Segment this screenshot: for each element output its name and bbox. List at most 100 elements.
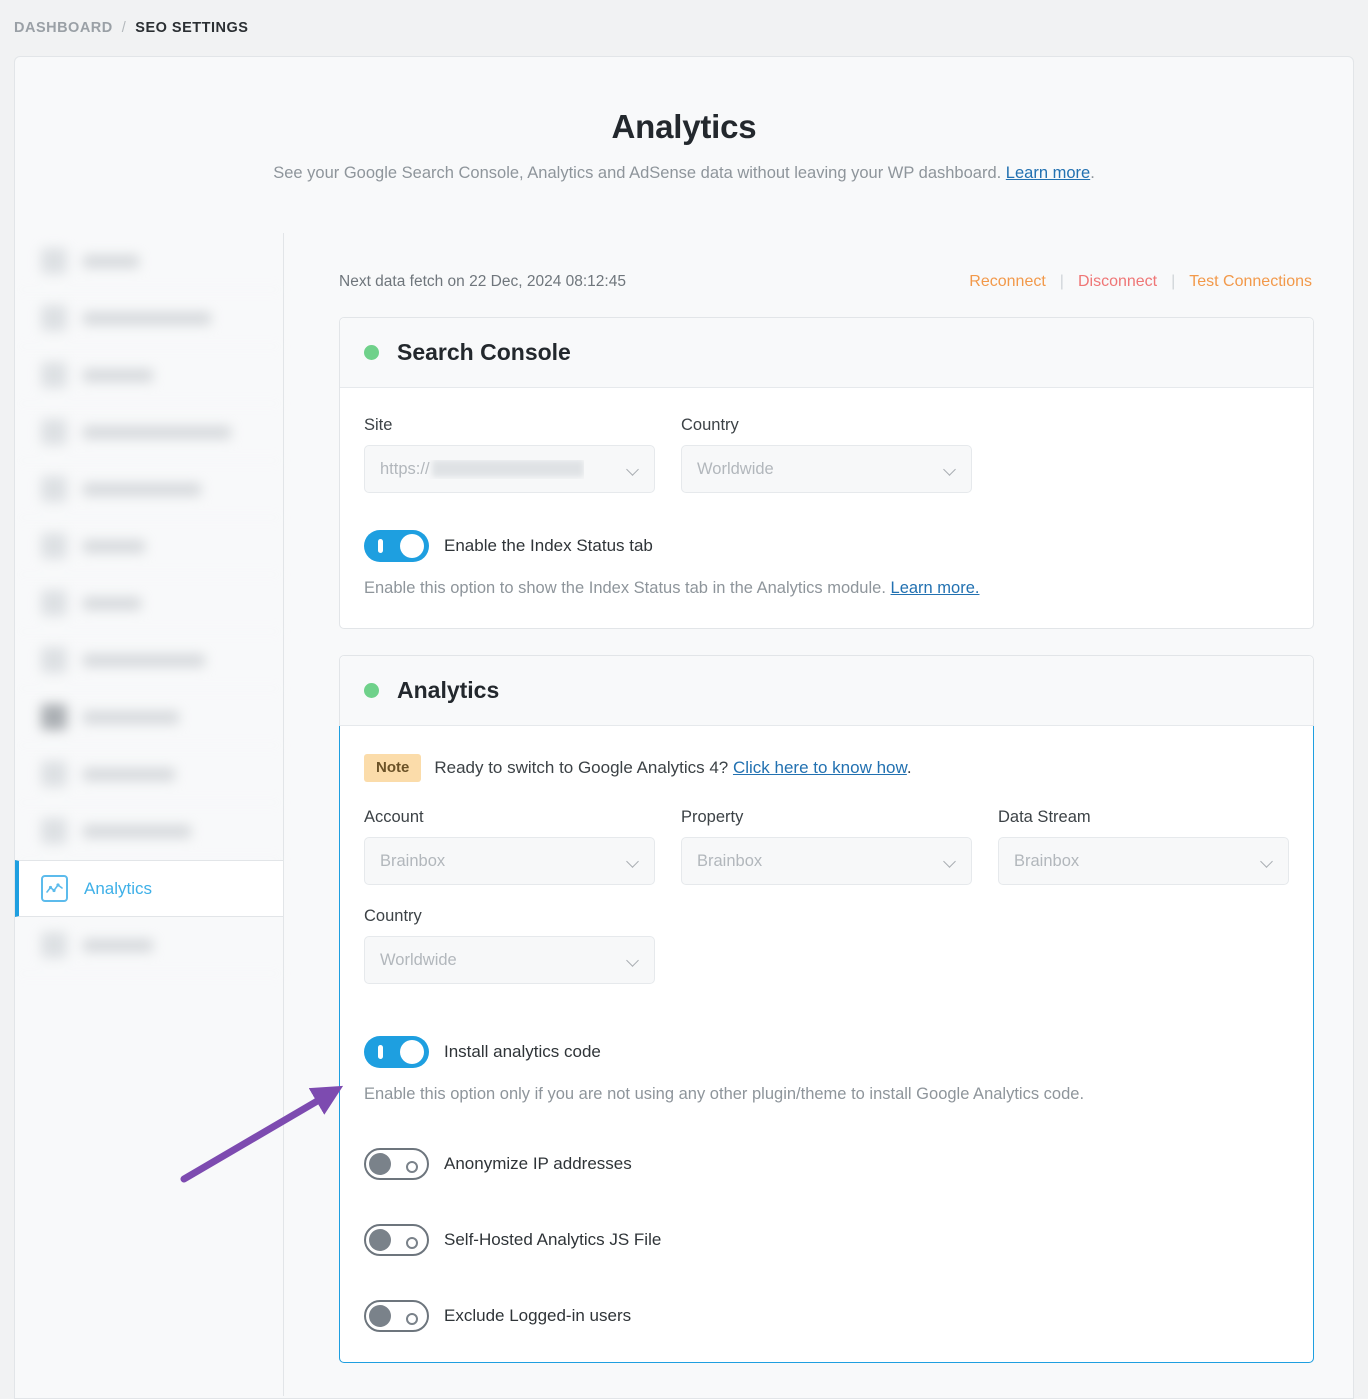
placeholder-icon (41, 818, 67, 844)
chevron-down-icon (1261, 857, 1274, 865)
install-analytics-code-helper: Enable this option only if you are not u… (364, 1085, 1085, 1103)
exclude-logged-in-toggle[interactable] (364, 1300, 429, 1332)
sidebar: Analytics (15, 233, 284, 1396)
index-status-helper-text: Enable this option to show the Index Sta… (364, 579, 886, 597)
note-text: Ready to switch to Google Analytics 4? C… (434, 758, 911, 778)
install-analytics-code-label: Install analytics code (444, 1042, 601, 1061)
sidebar-item-hidden-4[interactable] (15, 404, 283, 461)
status-dot-icon (364, 345, 379, 360)
self-hosted-js-label: Self-Hosted Analytics JS File (444, 1230, 662, 1249)
sidebar-item-label (83, 254, 139, 268)
sidebar-item-hidden-8[interactable] (15, 632, 283, 689)
sidebar-item-hidden-3[interactable] (15, 347, 283, 404)
analytics-panel: Analytics Note Ready to switch to Google… (339, 655, 1314, 1363)
placeholder-icon (41, 476, 67, 502)
install-analytics-code-toggle[interactable] (364, 1036, 429, 1068)
sidebar-item-hidden-1[interactable] (15, 233, 283, 290)
chevron-down-icon (944, 465, 957, 473)
self-hosted-js-row: Self-Hosted Analytics JS File (364, 1224, 1289, 1256)
property-select[interactable]: Brainbox (681, 837, 972, 885)
ga-country-label: Country (364, 907, 422, 925)
ga4-note: Note Ready to switch to Google Analytics… (364, 754, 1289, 782)
sidebar-item-hidden-6[interactable] (15, 518, 283, 575)
test-connections-link[interactable]: Test Connections (1189, 273, 1312, 291)
site-label: Site (364, 416, 393, 434)
data-stream-label: Data Stream (998, 808, 1091, 826)
breadcrumb-dashboard[interactable]: DASHBOARD (14, 20, 113, 36)
anonymize-ip-label: Anonymize IP addresses (444, 1154, 632, 1173)
sidebar-item-hidden-7[interactable] (15, 575, 283, 632)
property-field: Property Brainbox (681, 808, 972, 885)
placeholder-icon (41, 761, 67, 787)
ga-country-value: Worldwide (380, 950, 457, 969)
account-label: Account (364, 808, 424, 826)
placeholder-icon (41, 362, 67, 388)
page-description-text: See your Google Search Console, Analytic… (273, 164, 1002, 182)
chevron-down-icon (627, 956, 640, 964)
analytics-title: Analytics (397, 677, 500, 703)
index-status-toggle[interactable] (364, 530, 429, 562)
analytics-fields-row-2: Country Worldwide (364, 907, 1289, 984)
page-title: Analytics (611, 108, 757, 145)
analytics-fields-row-1: Account Brainbox Property Brainbox Data … (364, 808, 1289, 885)
ga-country-select[interactable]: Worldwide (364, 936, 655, 984)
anonymize-ip-toggle[interactable] (364, 1148, 429, 1180)
anonymize-ip-row: Anonymize IP addresses (364, 1148, 1289, 1180)
status-dot-icon (364, 683, 379, 698)
search-console-fields: Site https:// Country Worldwide (364, 416, 1289, 493)
placeholder-icon (41, 419, 67, 445)
sidebar-item-label (83, 938, 153, 952)
sidebar-item-analytics[interactable]: Analytics (15, 860, 283, 917)
sidebar-item-label (83, 824, 191, 838)
sidebar-item-hidden-2[interactable] (15, 290, 283, 347)
chevron-down-icon (627, 465, 640, 473)
sc-country-value: Worldwide (697, 459, 774, 478)
sidebar-item-label (83, 767, 175, 781)
search-console-body: Site https:// Country Worldwide Enable t… (340, 388, 1313, 628)
note-text-before: Ready to switch to Google Analytics 4? (434, 758, 729, 777)
sc-country-field: Country Worldwide (681, 416, 972, 493)
redacted-site-value (431, 459, 584, 477)
site-select[interactable]: https:// (364, 445, 655, 493)
sidebar-item-hidden-9[interactable] (15, 689, 283, 746)
search-console-panel: Search Console Site https:// Country Wor… (339, 317, 1314, 629)
index-status-learn-more-link[interactable]: Learn more. (891, 579, 980, 597)
exclude-logged-in-row: Exclude Logged-in users (364, 1300, 1289, 1332)
data-stream-select[interactable]: Brainbox (998, 837, 1289, 885)
breadcrumb: DASHBOARD / SEO SETTINGS (0, 0, 1368, 56)
index-status-toggle-label: Enable the Index Status tab (444, 536, 653, 555)
breadcrumb-separator: / (121, 20, 127, 36)
note-badge: Note (364, 754, 422, 782)
sidebar-item-analytics-label: Analytics (84, 878, 153, 898)
content-split: Analytics Next data fetch on 22 Dec, 202… (15, 233, 1353, 1396)
exclude-logged-in-label: Exclude Logged-in users (444, 1306, 632, 1325)
settings-card: Analytics See your Google Search Console… (14, 56, 1354, 1399)
ga4-how-to-link[interactable]: Click here to know how (733, 758, 907, 777)
property-value: Brainbox (697, 851, 763, 870)
disconnect-link[interactable]: Disconnect (1078, 273, 1157, 291)
sidebar-item-hidden-5[interactable] (15, 461, 283, 518)
analytics-header: Analytics (340, 656, 1313, 726)
sidebar-item-hidden-10[interactable] (15, 746, 283, 803)
placeholder-icon (41, 647, 67, 673)
ga-country-field: Country Worldwide (364, 907, 655, 984)
sidebar-item-hidden-11[interactable] (15, 803, 283, 860)
sc-country-select[interactable]: Worldwide (681, 445, 972, 493)
account-field: Account Brainbox (364, 808, 655, 885)
reconnect-link[interactable]: Reconnect (969, 273, 1046, 291)
chevron-down-icon (627, 857, 640, 865)
placeholder-icon (41, 248, 67, 274)
sidebar-item-hidden-12[interactable] (15, 917, 283, 974)
analytics-body: Note Ready to switch to Google Analytics… (339, 726, 1314, 1363)
data-stream-value: Brainbox (1014, 851, 1080, 870)
sidebar-item-label (83, 425, 231, 439)
sc-country-label: Country (681, 416, 739, 434)
hero-learn-more-link[interactable]: Learn more (1006, 164, 1090, 182)
page-description: See your Google Search Console, Analytic… (15, 164, 1353, 183)
search-console-header: Search Console (340, 318, 1313, 388)
sidebar-item-label (83, 710, 179, 724)
account-select[interactable]: Brainbox (364, 837, 655, 885)
self-hosted-js-toggle[interactable] (364, 1224, 429, 1256)
search-console-title: Search Console (397, 339, 571, 365)
hero-period: . (1090, 164, 1095, 182)
